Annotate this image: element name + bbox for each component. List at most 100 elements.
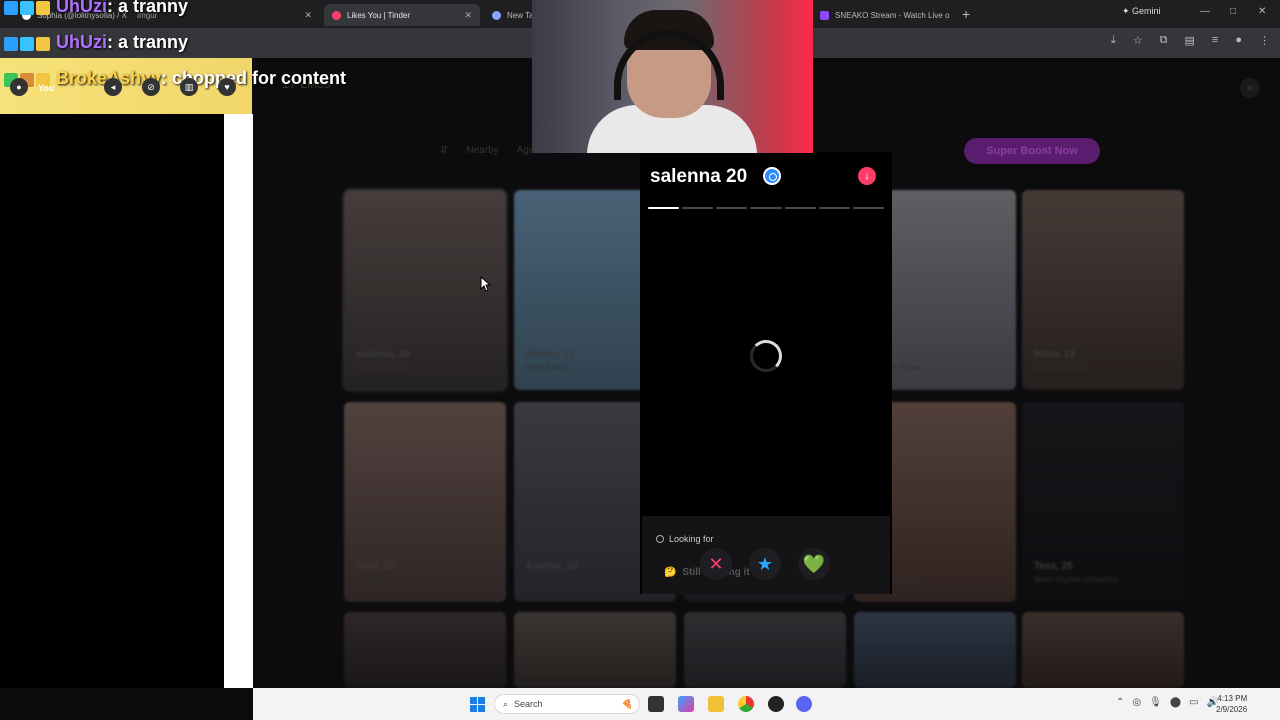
photo-progress-segment[interactable]: [818, 207, 850, 209]
card-name: Tess, 25: [1034, 561, 1073, 572]
filter-chip[interactable]: Nearby: [466, 145, 498, 156]
menu-lines-icon[interactable]: ≡: [1212, 34, 1218, 47]
filter-icon[interactable]: ⇵: [440, 145, 448, 156]
taskbar-search-input[interactable]: ⌕ Search 🍕: [494, 694, 640, 714]
chat-message: UhUzi: a tranny: [4, 0, 188, 18]
more-options-icon[interactable]: ⋮: [1259, 34, 1270, 47]
liked-profile-card[interactable]: [684, 612, 846, 688]
close-page-icon[interactable]: ✕: [1240, 78, 1260, 98]
liked-profile-card[interactable]: [344, 612, 506, 688]
install-app-icon[interactable]: ⤓: [1111, 34, 1116, 47]
photo-progress-segment[interactable]: [716, 207, 748, 209]
toolbar-icons: ⤓ ☆ ⧉ ▤ ≡ ● ⋮: [1111, 34, 1270, 47]
collapse-profile-button[interactable]: ↓: [858, 167, 876, 185]
gift-badge-icon: [20, 1, 34, 15]
chrome-favicon-icon: [492, 10, 501, 20]
profile-icon[interactable]: ●: [1235, 34, 1242, 47]
chat-username: UhUzi: [56, 0, 107, 16]
bookmark-star-icon[interactable]: ☆: [1133, 34, 1143, 47]
looking-for-label-row: Looking for: [656, 534, 714, 544]
player-avatar-icon: ●: [10, 78, 28, 96]
close-window-button[interactable]: ✕: [1258, 6, 1266, 17]
player-you-label: You: [38, 83, 55, 93]
super-boost-button[interactable]: Super Boost Now: [964, 138, 1100, 164]
minimize-button[interactable]: —: [1200, 6, 1210, 17]
card-status: Recently Active: [356, 575, 411, 584]
tab-label: Likes You | Tinder: [347, 10, 411, 20]
chrome-icon[interactable]: [738, 696, 754, 712]
tray-app-icon[interactable]: ◎: [1132, 697, 1141, 708]
liked-profile-card[interactable]: Nova, 19 Recently Active: [1022, 190, 1184, 390]
system-tray: ⌃ ◎ 🎙 ⬤ ▭ 🔊: [1116, 697, 1219, 708]
wifi-icon[interactable]: ▭: [1189, 697, 1198, 708]
chat-message: BrokeAshyy: chopped for content: [4, 68, 346, 90]
card-status: West Virginia University: [1034, 575, 1119, 584]
chat-text: : a tranny: [107, 32, 189, 52]
card-name: Nova, 19: [1034, 349, 1076, 360]
discord-icon[interactable]: [796, 696, 812, 712]
player-stats-icon[interactable]: ▥: [180, 78, 198, 96]
maximize-button[interactable]: □: [1230, 6, 1236, 17]
close-tab-icon[interactable]: ✕: [456, 10, 472, 21]
file-explorer-icon[interactable]: [708, 696, 724, 712]
like-button[interactable]: 💚: [798, 548, 830, 580]
tab-sneako-stream[interactable]: SNEAKO Stream - Watch Live o ✕: [812, 4, 958, 26]
obs-icon[interactable]: [768, 696, 784, 712]
thinking-emoji-icon: 🤔: [664, 567, 677, 578]
player-link-icon[interactable]: ⊘: [142, 78, 160, 96]
photo-progress-segment[interactable]: [852, 207, 884, 209]
profile-age: 20: [726, 166, 748, 187]
close-tab-icon[interactable]: ✕: [296, 10, 312, 21]
screen: Sophia (@lolithysofia) / X Imgur ✕ Likes…: [0, 0, 1280, 720]
copilot-icon[interactable]: [678, 696, 694, 712]
white-page-strip: [224, 114, 253, 688]
liked-profile-card[interactable]: [514, 612, 676, 688]
card-name: Kyra, 22: [356, 561, 395, 572]
tinder-favicon-icon: [332, 10, 341, 20]
liked-profile-card[interactable]: [1022, 612, 1184, 688]
photo-progress-bar: [648, 207, 884, 209]
chat-text: : a tranny: [107, 0, 189, 16]
chat-message: UhUzi: a tranny: [4, 32, 188, 54]
loading-spinner-icon: [750, 340, 782, 372]
tab-tinder[interactable]: Likes You | Tinder ✕: [324, 4, 480, 26]
search-placeholder: Search: [514, 699, 543, 709]
verified-badge-icon: [763, 167, 781, 185]
gemini-label: Gemini: [1132, 6, 1161, 16]
search-icon: [656, 535, 664, 543]
streamer-webcam: [532, 0, 813, 153]
clock-date: 2/9/2026: [1216, 705, 1248, 714]
card-status: Here Today: [526, 363, 567, 372]
liked-profile-card[interactable]: Tess, 25 West Virginia University: [1022, 402, 1184, 602]
extensions-icon[interactable]: ⧉: [1160, 34, 1168, 47]
search-highlight-icon: 🍕: [621, 698, 633, 709]
nope-button[interactable]: ✕: [700, 548, 732, 580]
card-status: Recently Active: [526, 575, 581, 584]
close-tab-icon[interactable]: ✕: [949, 10, 958, 21]
location-icon[interactable]: ⬤: [1170, 697, 1181, 708]
photo-progress-segment[interactable]: [648, 207, 680, 209]
crown-badge-icon: [36, 37, 50, 51]
super-like-button[interactable]: ★: [749, 548, 781, 580]
liked-profile-card[interactable]: Kyra, 22 Recently Active: [344, 402, 506, 602]
taskbar-clock[interactable]: 4:13 PM 2/9/2026: [1216, 693, 1247, 715]
sub-badge-icon: [4, 37, 18, 51]
gemini-button[interactable]: ✦ Gemini: [1122, 6, 1161, 17]
liked-profile-card[interactable]: [854, 612, 1016, 688]
player-like-icon[interactable]: ♥: [218, 78, 236, 96]
photo-progress-segment[interactable]: [784, 207, 816, 209]
chevron-up-icon[interactable]: ⌃: [1116, 697, 1124, 708]
windows-start-icon[interactable]: [470, 697, 485, 712]
tab-new-tab[interactable]: New Tab: [484, 4, 532, 26]
card-name: Marina, 21: [526, 349, 575, 360]
looking-for-label: Looking for: [669, 534, 714, 544]
task-view-icon[interactable]: [648, 696, 664, 712]
card-name: salenna, 20: [356, 349, 410, 360]
card-status: Recently Active: [1034, 363, 1089, 372]
photo-progress-segment[interactable]: [682, 207, 714, 209]
microphone-icon[interactable]: 🎙: [1149, 697, 1162, 708]
new-tab-button[interactable]: +: [962, 6, 970, 22]
sidebar-icon[interactable]: ▤: [1185, 34, 1195, 47]
player-prev-icon[interactable]: ◂: [104, 78, 122, 96]
photo-progress-segment[interactable]: [750, 207, 782, 209]
